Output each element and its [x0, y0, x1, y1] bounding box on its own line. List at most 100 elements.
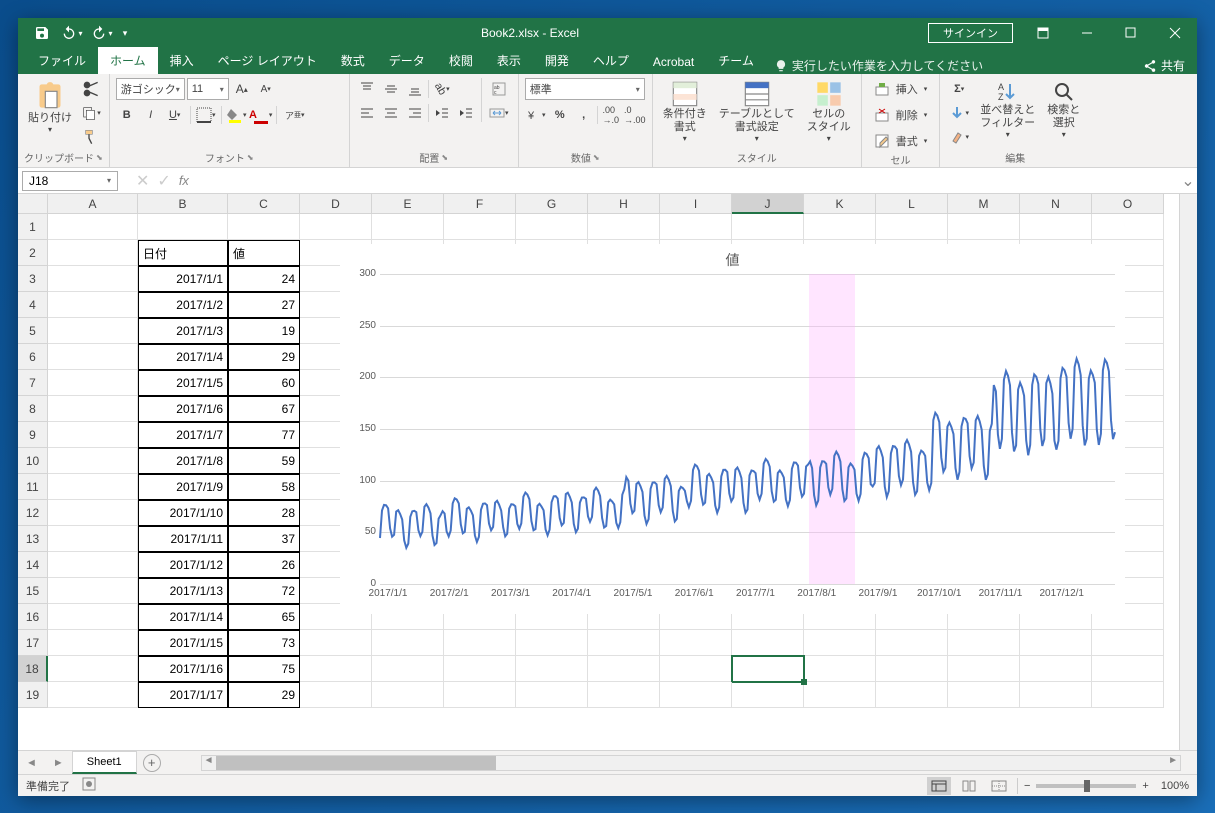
cell-H19[interactable]: [588, 682, 660, 708]
clipboard-dialog-launcher[interactable]: ⬊: [96, 153, 103, 162]
indent-decrease-icon[interactable]: [431, 102, 453, 124]
cell-B19[interactable]: 2017/1/17: [138, 682, 228, 708]
cell-C19[interactable]: 29: [228, 682, 300, 708]
font-size-combo[interactable]: 11▾: [187, 78, 229, 100]
grid[interactable]: ABCDEFGHIJKLMNO1234567891011121314151617…: [18, 194, 1179, 750]
increase-decimal-icon[interactable]: .00→.0: [600, 104, 622, 126]
decrease-decimal-icon[interactable]: .0→.00: [624, 104, 646, 126]
row-header-15[interactable]: 15: [18, 578, 48, 604]
cell-O18[interactable]: [1092, 656, 1164, 682]
cell-E17[interactable]: [372, 630, 444, 656]
tell-me[interactable]: 実行したい作業を入力してください: [774, 57, 983, 74]
currency-icon[interactable]: ¥▾: [525, 104, 547, 126]
cell-B1[interactable]: [138, 214, 228, 240]
cell-C14[interactable]: 26: [228, 552, 300, 578]
tab-開発[interactable]: 開発: [533, 47, 581, 74]
cell-B3[interactable]: 2017/1/1: [138, 266, 228, 292]
row-header-6[interactable]: 6: [18, 344, 48, 370]
col-header-L[interactable]: L: [876, 194, 948, 214]
cut-icon[interactable]: [80, 78, 102, 100]
vertical-scrollbar[interactable]: [1179, 194, 1197, 750]
insert-cells-button[interactable]: 挿入 ▾: [868, 78, 934, 100]
cell-A11[interactable]: [48, 474, 138, 500]
ribbon-options-icon[interactable]: [1021, 18, 1065, 48]
cell-A15[interactable]: [48, 578, 138, 604]
phonetic-icon[interactable]: ア亜▾: [281, 104, 309, 126]
cell-A14[interactable]: [48, 552, 138, 578]
select-all-corner[interactable]: [18, 194, 48, 214]
col-header-F[interactable]: F: [444, 194, 516, 214]
add-sheet-button[interactable]: +: [143, 754, 161, 772]
undo-icon[interactable]: ▾: [58, 21, 86, 45]
cell-N18[interactable]: [1020, 656, 1092, 682]
cell-B10[interactable]: 2017/1/8: [138, 448, 228, 474]
fx-icon[interactable]: fx: [179, 173, 189, 188]
view-normal-icon[interactable]: [927, 777, 951, 795]
cell-N19[interactable]: [1020, 682, 1092, 708]
horizontal-scrollbar[interactable]: ◄ ►: [201, 755, 1181, 771]
cell-C15[interactable]: 72: [228, 578, 300, 604]
row-header-12[interactable]: 12: [18, 500, 48, 526]
number-format-combo[interactable]: 標準▾: [525, 78, 645, 100]
cell-C2[interactable]: 値: [228, 240, 300, 266]
enter-formula-icon[interactable]: ✓: [157, 171, 170, 191]
cell-O19[interactable]: [1092, 682, 1164, 708]
number-dialog-launcher[interactable]: ⬊: [593, 153, 600, 162]
row-header-18[interactable]: 18: [18, 656, 48, 682]
cell-L19[interactable]: [876, 682, 948, 708]
row-header-8[interactable]: 8: [18, 396, 48, 422]
merge-center-button[interactable]: ▾: [486, 102, 512, 124]
cell-D17[interactable]: [300, 630, 372, 656]
cell-A3[interactable]: [48, 266, 138, 292]
cell-C17[interactable]: 73: [228, 630, 300, 656]
cell-B6[interactable]: 2017/1/4: [138, 344, 228, 370]
formula-expand-icon[interactable]: ⌄: [1179, 171, 1197, 191]
cell-K19[interactable]: [804, 682, 876, 708]
format-cells-button[interactable]: 書式 ▾: [868, 130, 934, 152]
sheet-tab[interactable]: Sheet1: [72, 751, 137, 774]
align-bottom-icon[interactable]: [404, 78, 426, 100]
cell-A4[interactable]: [48, 292, 138, 318]
cell-A6[interactable]: [48, 344, 138, 370]
row-header-3[interactable]: 3: [18, 266, 48, 292]
wrap-text-button[interactable]: abc: [486, 78, 512, 100]
cell-C7[interactable]: 60: [228, 370, 300, 396]
cell-D18[interactable]: [300, 656, 372, 682]
cell-A19[interactable]: [48, 682, 138, 708]
cell-M19[interactable]: [948, 682, 1020, 708]
view-page-layout-icon[interactable]: [957, 777, 981, 795]
cell-F1[interactable]: [444, 214, 516, 240]
col-header-A[interactable]: A: [48, 194, 138, 214]
cell-C12[interactable]: 28: [228, 500, 300, 526]
col-header-H[interactable]: H: [588, 194, 660, 214]
fill-handle[interactable]: [801, 679, 807, 685]
cell-I1[interactable]: [660, 214, 732, 240]
cell-H18[interactable]: [588, 656, 660, 682]
cell-O17[interactable]: [1092, 630, 1164, 656]
cell-B13[interactable]: 2017/1/11: [138, 526, 228, 552]
cell-B11[interactable]: 2017/1/9: [138, 474, 228, 500]
cell-C6[interactable]: 29: [228, 344, 300, 370]
cancel-formula-icon[interactable]: ✕: [136, 171, 149, 191]
font-dialog-launcher[interactable]: ⬊: [247, 153, 254, 162]
cell-N17[interactable]: [1020, 630, 1092, 656]
cell-A9[interactable]: [48, 422, 138, 448]
cell-B16[interactable]: 2017/1/14: [138, 604, 228, 630]
tab-ファイル[interactable]: ファイル: [26, 47, 98, 74]
col-header-G[interactable]: G: [516, 194, 588, 214]
cell-F17[interactable]: [444, 630, 516, 656]
cell-I19[interactable]: [660, 682, 732, 708]
tab-チーム[interactable]: チーム: [706, 47, 766, 74]
cell-I18[interactable]: [660, 656, 732, 682]
format-painter-icon[interactable]: [80, 126, 102, 148]
formula-input[interactable]: [197, 171, 1179, 191]
cell-C16[interactable]: 65: [228, 604, 300, 630]
cell-E1[interactable]: [372, 214, 444, 240]
cell-L1[interactable]: [876, 214, 948, 240]
cell-A17[interactable]: [48, 630, 138, 656]
cell-C3[interactable]: 24: [228, 266, 300, 292]
col-header-D[interactable]: D: [300, 194, 372, 214]
fill-icon[interactable]: ▾: [946, 102, 972, 124]
align-center-icon[interactable]: [380, 102, 402, 124]
italic-button[interactable]: I: [140, 104, 162, 126]
